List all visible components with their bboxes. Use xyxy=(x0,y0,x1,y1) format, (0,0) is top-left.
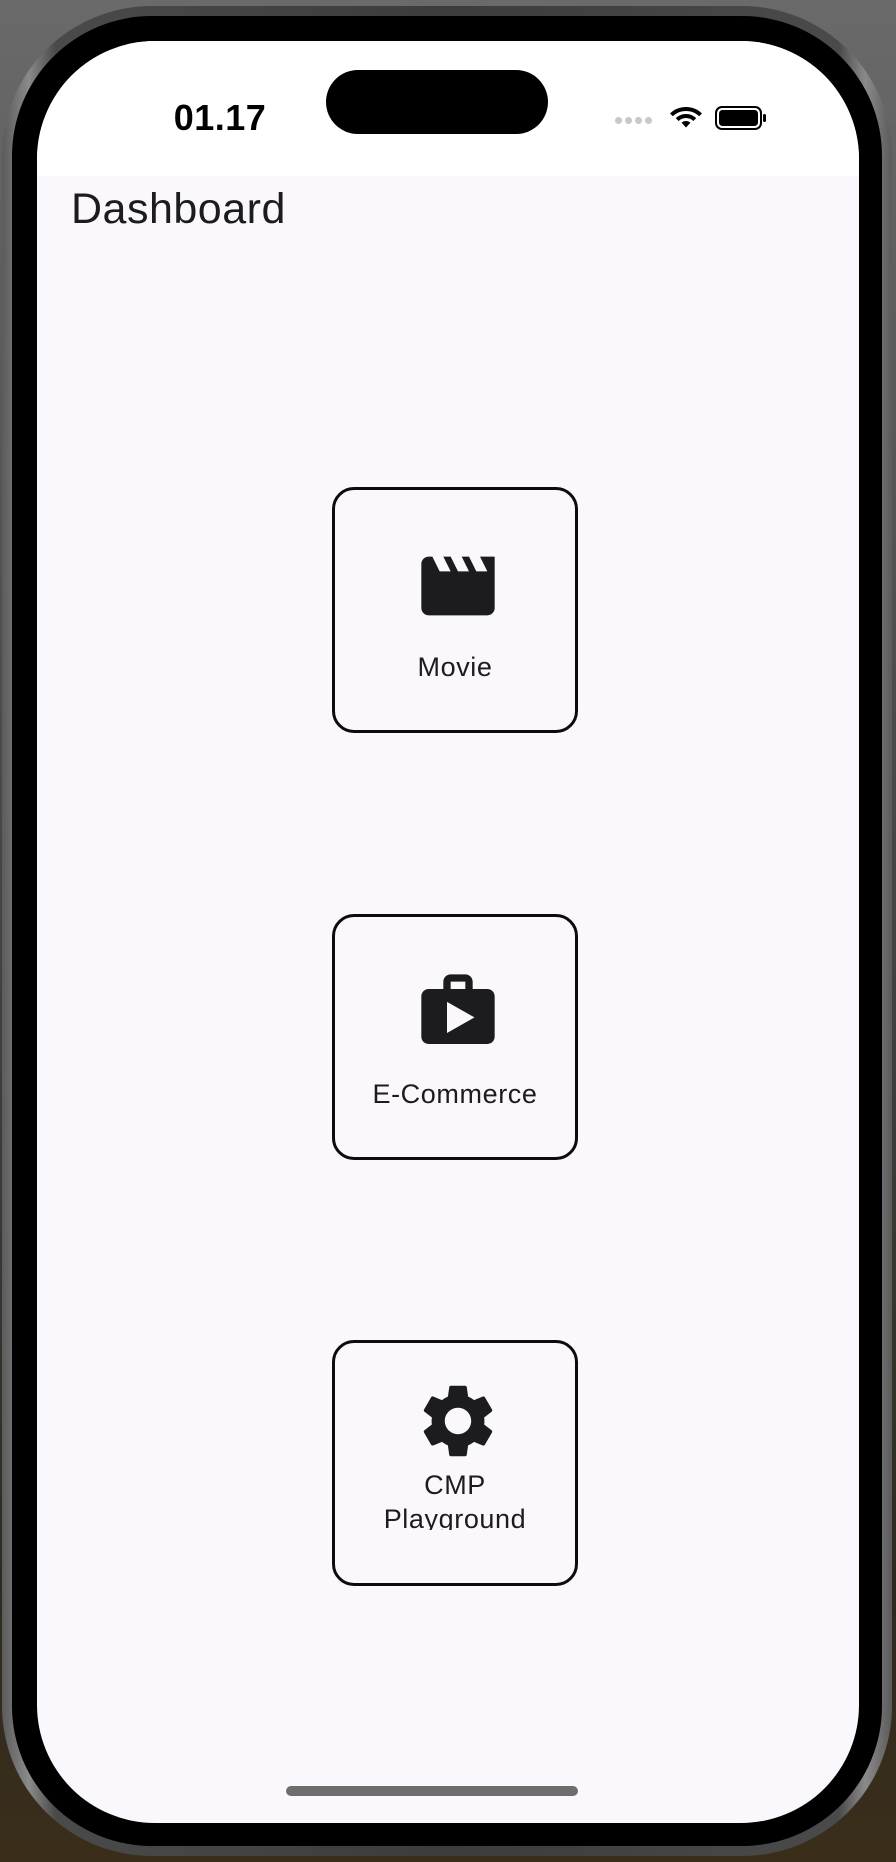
shopping-bag-play-icon xyxy=(421,974,495,1044)
ecommerce-tile-label: E-Commerce xyxy=(372,1079,538,1109)
movie-clapperboard-icon xyxy=(421,556,495,616)
battery-icon xyxy=(715,106,766,130)
status-time: 01.17 xyxy=(173,97,267,138)
cmp-playground-label-line1: CMP xyxy=(424,1470,486,1500)
cmp-playground-tile-label: CMP Playground xyxy=(335,1468,575,1530)
movie-tile-button[interactable]: Movie xyxy=(332,487,578,733)
dynamic-island xyxy=(326,70,548,134)
phone-bezel: 01.17 Dashboard Movie E-Commerce CMP Pla… xyxy=(12,16,882,1846)
phone-frame: 01.17 Dashboard Movie E-Commerce CMP Pla… xyxy=(2,6,892,1856)
home-indicator[interactable] xyxy=(286,1786,578,1796)
status-bar: 01.17 xyxy=(37,41,859,176)
cmp-playground-tile-button[interactable]: CMP Playground xyxy=(332,1340,578,1586)
wifi-icon xyxy=(670,107,702,128)
cmp-playground-label-line2: Playground xyxy=(383,1504,527,1530)
ecommerce-tile-button[interactable]: E-Commerce xyxy=(332,914,578,1160)
app-screen: 01.17 Dashboard Movie E-Commerce CMP Pla… xyxy=(37,41,859,1823)
movie-tile-label: Movie xyxy=(417,652,493,682)
page-title: Dashboard xyxy=(71,185,286,233)
cellular-signal-icon xyxy=(615,117,655,127)
settings-gear-icon xyxy=(423,1385,493,1457)
